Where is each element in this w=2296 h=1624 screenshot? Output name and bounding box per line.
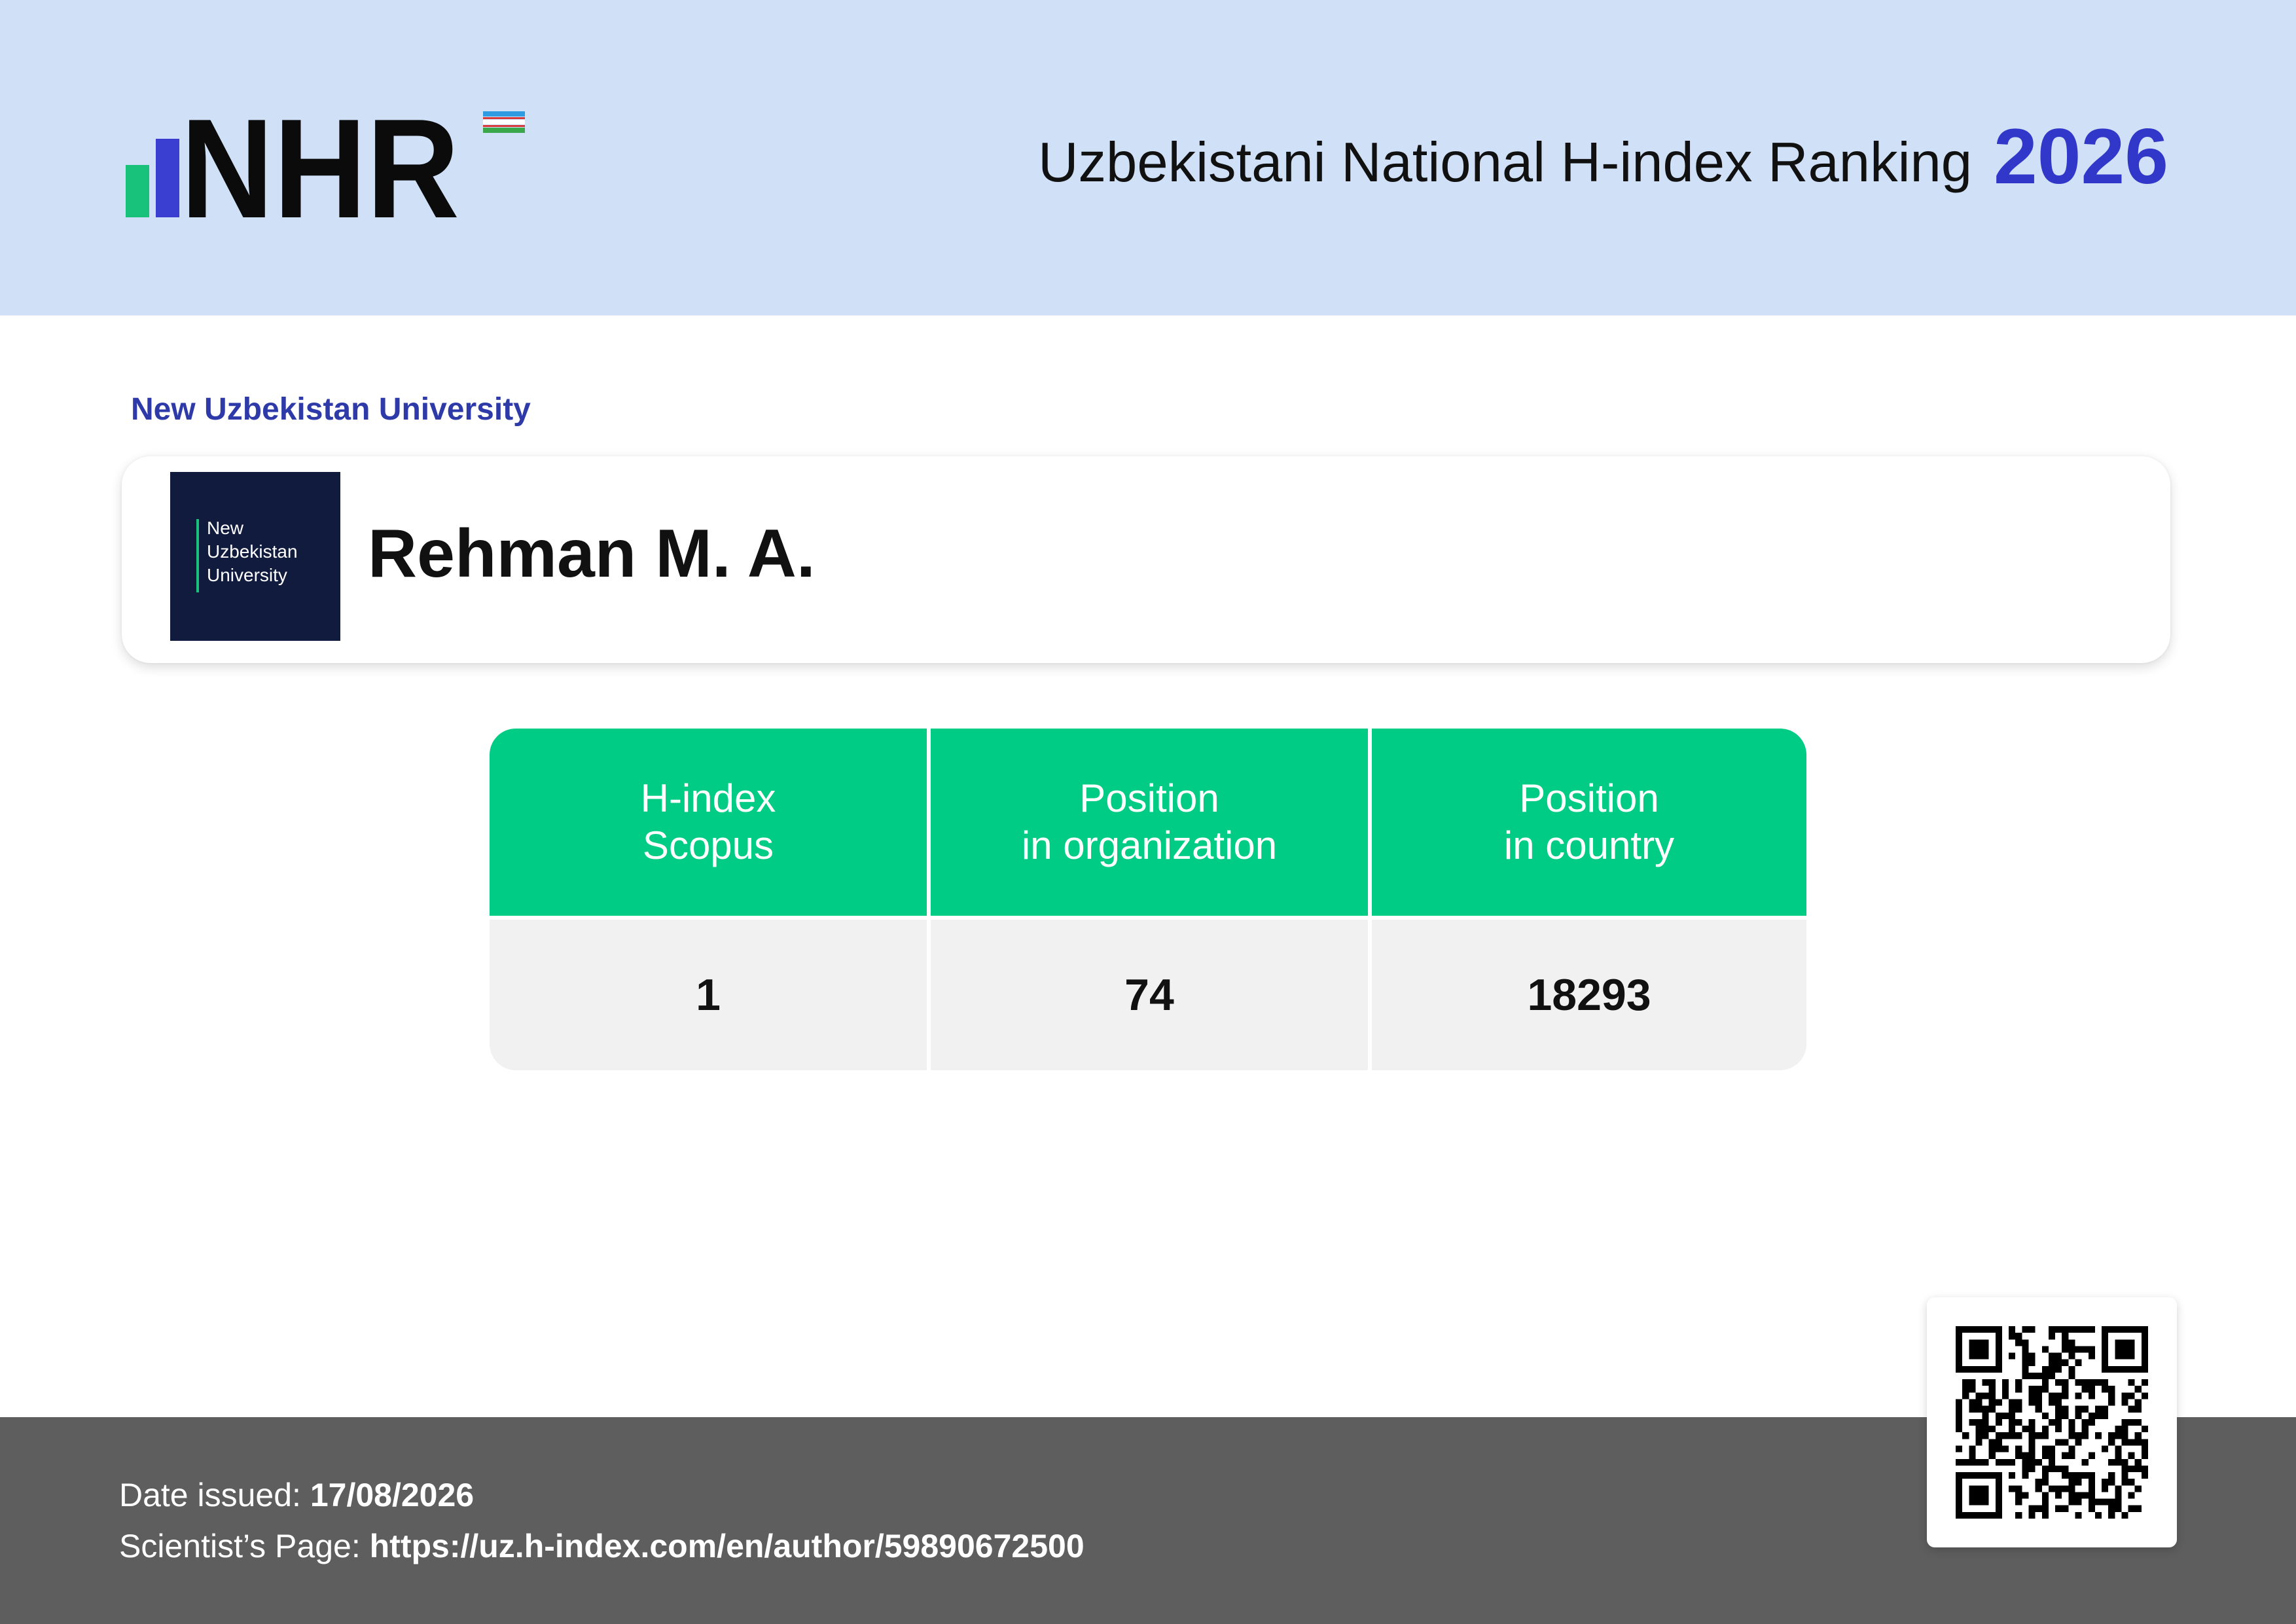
ranking-year: 2026 bbox=[1994, 113, 2168, 200]
scientist-page-link[interactable]: https://uz.h-index.com/en/author/5989067… bbox=[370, 1528, 1085, 1564]
qr-code-icon bbox=[1956, 1326, 2148, 1519]
nhr-logo: NHR bbox=[124, 105, 543, 223]
header-line: in organization bbox=[1021, 823, 1278, 867]
header-line: Position bbox=[1519, 776, 1659, 820]
organization-logo-line: University bbox=[207, 565, 287, 585]
header-line: Scopus bbox=[642, 823, 774, 867]
header-position-country: Position in country bbox=[1372, 729, 1806, 916]
header-line: in country bbox=[1503, 823, 1675, 867]
date-issued: Date issued: 17/08/2026 bbox=[119, 1476, 474, 1514]
value-h-index: 1 bbox=[490, 920, 927, 1070]
scientist-card: New Uzbekistan University Rehman M. A. bbox=[122, 456, 2170, 663]
ranking-title: Uzbekistani National H-index Ranking bbox=[1038, 132, 1972, 194]
header-position-organization: Position in organization bbox=[931, 729, 1368, 916]
organization-logo-line: Uzbekistan bbox=[207, 541, 298, 562]
stats-table: H-index Scopus Position in organization … bbox=[490, 729, 1806, 1070]
organization-logo-line: New bbox=[207, 518, 244, 538]
organization-logo-bar bbox=[196, 519, 199, 592]
scientist-page-label: Scientist’s Page: bbox=[119, 1528, 361, 1564]
qr-code[interactable] bbox=[1927, 1297, 2177, 1547]
organization-logo: New Uzbekistan University bbox=[170, 472, 340, 641]
header-line: H-index bbox=[640, 776, 776, 820]
header-line: Position bbox=[1079, 776, 1219, 820]
header-h-index: H-index Scopus bbox=[490, 729, 927, 916]
date-issued-value: 17/08/2026 bbox=[310, 1477, 475, 1513]
scientist-name: Rehman M. A. bbox=[368, 516, 816, 592]
value-position-organization: 74 bbox=[931, 920, 1368, 1070]
date-issued-label: Date issued: bbox=[119, 1477, 301, 1513]
nhr-logo-text: NHR bbox=[181, 105, 459, 223]
header: NHR Uzbekistani National H-index Ranking… bbox=[0, 0, 2296, 316]
organization-logo-text: New Uzbekistan University bbox=[207, 516, 298, 587]
scientist-page: Scientist’s Page: https://uz.h-index.com… bbox=[119, 1527, 1085, 1565]
organization-name: New Uzbekistan University bbox=[131, 392, 531, 427]
value-position-country: 18293 bbox=[1372, 920, 1806, 1070]
